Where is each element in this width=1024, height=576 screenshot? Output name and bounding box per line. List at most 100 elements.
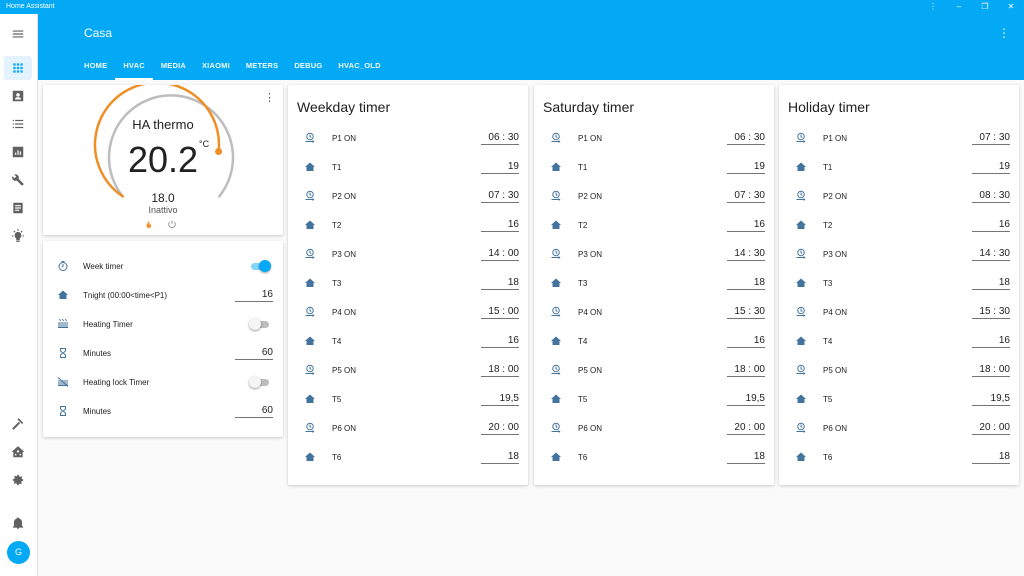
temperature-input[interactable]: 18 [727,451,765,464]
tab-home[interactable]: HOME [76,58,115,80]
sidebar-item-notifications[interactable] [4,511,32,535]
sidebar-item-logbook[interactable] [4,112,32,136]
time-input[interactable]: 15 : 00 [481,306,519,319]
tab-xiaomi[interactable]: XIAOMI [194,58,238,80]
time-input[interactable]: 06 : 30 [481,132,519,145]
week-timer-toggle[interactable] [249,259,273,273]
timer-row: T1 19 [288,153,528,181]
clock-start-icon [796,306,806,317]
temperature-input[interactable]: 18 [481,277,519,290]
hamburger-icon [12,30,24,38]
tab-debug[interactable]: DEBUG [286,58,330,80]
sidebar-item-settings[interactable] [4,468,32,492]
target-temperature: 18.0 [151,191,175,205]
time-input[interactable]: 15 : 30 [727,306,765,319]
temperature-input[interactable]: 19 [481,161,519,174]
home-thermometer-icon [305,452,315,461]
hvac-mode-buttons [143,219,177,230]
time-input[interactable]: 20 : 00 [481,422,519,435]
sidebar-item-developer-tools[interactable] [4,412,32,436]
hourglass-icon [60,348,66,358]
fire-icon[interactable] [143,219,153,230]
time-input[interactable]: 08 : 30 [972,190,1010,203]
minutes-input[interactable]: 60 [235,347,273,360]
sidebar-item-history[interactable] [4,140,32,164]
tab-meters[interactable]: METERS [238,58,286,80]
app-header: Casa ⋮ HOME HVAC MEDIA XIAOMI METERS DEB… [38,14,1024,80]
temperature-unit: °C [199,139,210,149]
tab-media[interactable]: MEDIA [153,58,194,80]
menu-toggle-button[interactable] [4,22,32,46]
temperature-input[interactable]: 18 [972,451,1010,464]
timer-row: P2 ON 08 : 30 [779,182,1019,210]
temperature-input[interactable]: 16 [481,219,519,232]
time-input[interactable]: 06 : 30 [727,132,765,145]
timer-row: P1 ON 06 : 30 [534,124,774,152]
timer-row: P1 ON 06 : 30 [288,124,528,152]
temperature-input[interactable]: 16 [481,335,519,348]
timer-row-label: T2 [332,220,342,230]
window-titlebar: Home Assistant ⋮ – ❐ ✕ [0,0,1024,14]
time-input[interactable]: 07 : 30 [481,190,519,203]
header-menu-button[interactable]: ⋮ [998,26,1010,40]
temperature-input[interactable]: 19,5 [727,393,765,406]
temperature-input[interactable]: 16 [727,219,765,232]
timer-row: T2 16 [779,211,1019,239]
heating-timer-toggle[interactable] [249,317,273,331]
user-avatar[interactable]: G [7,541,30,564]
temperature-input[interactable]: 18 [481,451,519,464]
sidebar-item-hacs[interactable] [4,440,32,464]
time-input[interactable]: 18 : 00 [481,364,519,377]
lock-minutes-input[interactable]: 60 [235,405,273,418]
sidebar-item-overview[interactable] [4,56,32,80]
timer-row-label: P4 ON [332,307,357,317]
clock-start-icon [551,306,561,317]
home-thermometer-icon [796,162,806,171]
timer-row-label: P6 ON [578,423,603,433]
tnight-input[interactable]: 16 [235,289,273,302]
time-input[interactable]: 14 : 00 [481,248,519,261]
thermostat-more-button[interactable]: ⋮ [264,91,275,104]
time-input[interactable]: 20 : 00 [727,422,765,435]
window-close-button[interactable]: ✕ [998,0,1024,14]
timer-row-label: P5 ON [332,365,357,375]
time-input[interactable]: 07 : 30 [727,190,765,203]
window-more-button[interactable]: ⋮ [920,0,946,14]
thermostat-target-handle [215,148,223,155]
temperature-input[interactable]: 16 [972,335,1010,348]
time-input[interactable]: 14 : 30 [972,248,1010,261]
temperature-input[interactable]: 19 [727,161,765,174]
timer-row: T5 19,5 [779,385,1019,413]
temperature-input[interactable]: 19,5 [972,393,1010,406]
timer-row-label: T6 [578,452,588,462]
sidebar-item-log[interactable] [4,196,32,220]
window-minimize-button[interactable]: – [946,0,972,14]
saturday-timer-card: Saturday timer P1 ON 06 : 30 T1 19 P2 ON 07 :… [534,85,774,485]
tab-hvac-old[interactable]: HVAC_OLD [330,58,388,80]
entity-row-week-timer: Week timer [43,252,283,280]
sidebar-item-lights[interactable] [4,224,32,248]
power-icon[interactable] [167,219,177,230]
tab-hvac[interactable]: HVAC [115,58,153,80]
time-input[interactable]: 14 : 30 [727,248,765,261]
clock-start-icon [551,364,561,375]
time-input[interactable]: 07 : 30 [972,132,1010,145]
entity-row-minutes: Minutes 60 [43,339,283,367]
home-thermometer-icon [305,220,315,229]
temperature-input[interactable]: 16 [972,219,1010,232]
temperature-input[interactable]: 19,5 [481,393,519,406]
heating-lock-timer-toggle[interactable] [249,375,273,389]
sidebar-item-map[interactable] [4,84,32,108]
window-maximize-button[interactable]: ❐ [972,0,998,14]
time-input[interactable]: 15 : 30 [972,306,1010,319]
time-input[interactable]: 20 : 00 [972,422,1010,435]
temperature-input[interactable]: 16 [727,335,765,348]
temperature-input[interactable]: 19 [972,161,1010,174]
time-input[interactable]: 18 : 00 [972,364,1010,377]
time-input[interactable]: 18 : 00 [727,364,765,377]
sidebar-item-tools[interactable] [4,168,32,192]
temperature-input[interactable]: 18 [727,277,765,290]
temperature-input[interactable]: 18 [972,277,1010,290]
lightbulb-icon [12,229,24,242]
timer-row: T3 18 [288,269,528,297]
